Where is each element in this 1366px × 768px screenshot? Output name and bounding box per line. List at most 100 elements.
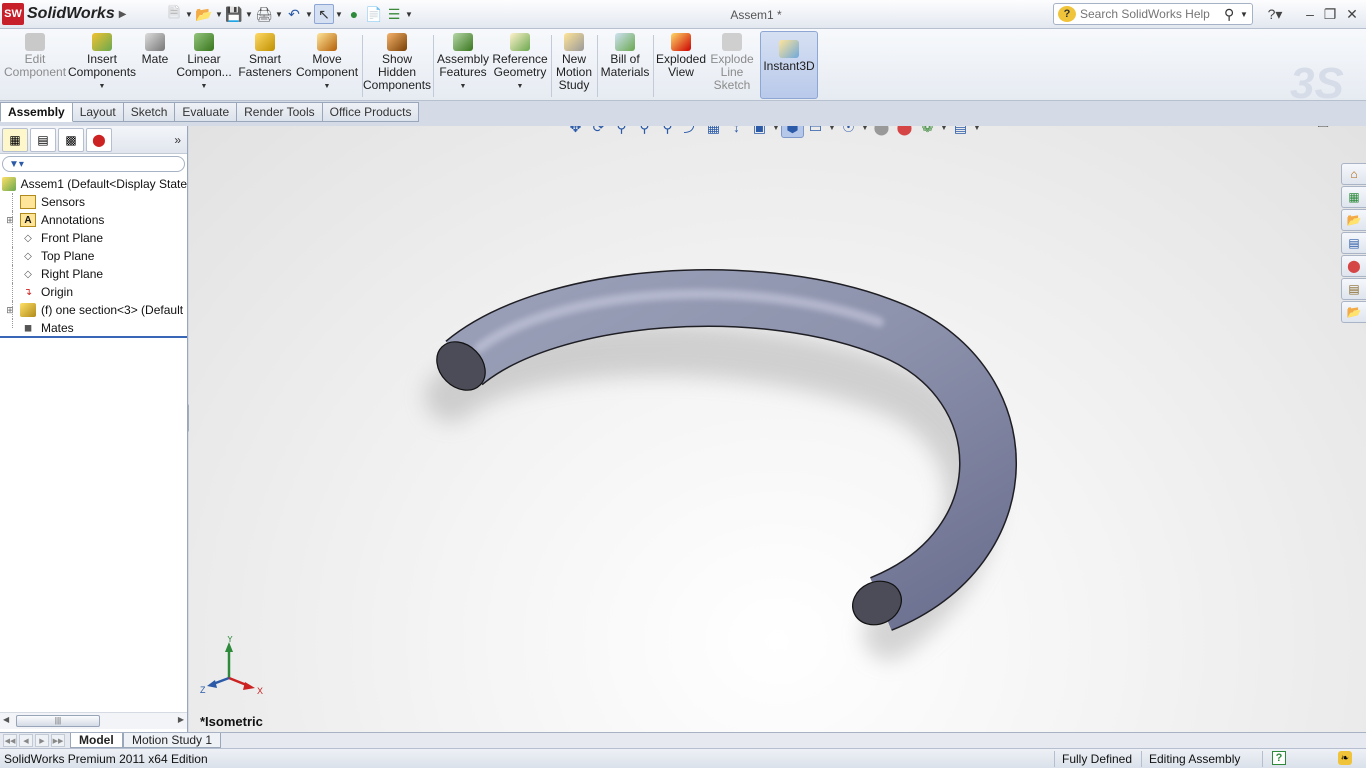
configuration-manager-tab-icon[interactable]: ▩ [58, 127, 84, 152]
tree-item-top-plane[interactable]: ◇ Top Plane [0, 247, 187, 265]
rebuild-status-icon[interactable]: ❧ [1338, 751, 1352, 765]
view-settings-icon[interactable]: ▤ [949, 126, 972, 138]
quick-tips-icon[interactable]: ? [1272, 751, 1286, 765]
smart-fasteners-icon [255, 33, 275, 51]
tab-model[interactable]: Model [70, 733, 123, 748]
restore-document-icon[interactable]: ❐ [1312, 126, 1334, 132]
scroll-left-icon[interactable]: ◀ [3, 715, 9, 724]
tree-item-mates[interactable]: ◼ Mates [0, 319, 187, 337]
previous-view-icon[interactable]: ⚲ [656, 126, 679, 138]
new-motion-study-button[interactable]: New Motion Study [554, 33, 594, 99]
display-manager-tab-icon[interactable]: ⬤ [86, 127, 112, 152]
explode-line-sketch-button[interactable]: Explode Line Sketch [708, 33, 756, 99]
restore-window-icon[interactable]: ❐ [1320, 5, 1340, 23]
help-search-box[interactable]: ? ⚲ ▼ [1053, 3, 1253, 25]
tree-item-right-plane[interactable]: ◇ Right Plane [0, 265, 187, 283]
reference-geometry-button[interactable]: Reference Geometry ▼ [492, 33, 548, 99]
help-icon[interactable]: ?▾ [1262, 5, 1288, 23]
linear-component-dropdown[interactable]: ▼ [201, 80, 208, 93]
section-view-icon[interactable]: ▦ [702, 126, 725, 138]
assembly-features-button[interactable]: Assembly Features ▼ [436, 33, 490, 99]
move-component-dropdown[interactable]: ▼ [324, 80, 331, 93]
graphics-area[interactable]: ✥ ⟳ ⚲ ⚲ ⚲ ⤴ ▦ ↕ ▣ ▼ ⬢ ▭ ▼ ☉ ▼ ⬤ ⬤ ❁ ▼ ▤ … [189, 126, 1366, 732]
tree-root-assembly[interactable]: Assem1 (Default<Display State [0, 175, 187, 193]
minimize-window-icon[interactable]: – [1300, 5, 1320, 23]
bill-of-materials-button[interactable]: Bill of Materials [600, 33, 650, 99]
last-tab-icon[interactable]: ▶▶ [51, 734, 65, 747]
assembly-features-dropdown[interactable]: ▼ [460, 80, 467, 93]
close-document-icon[interactable]: ✕ [1334, 126, 1356, 132]
triad-z-label: Z [200, 685, 206, 695]
tree-item-label: Origin [41, 285, 74, 299]
command-manager: Edit Component Insert Components ▼ Mate … [0, 29, 1366, 108]
solidworks-resources-icon[interactable]: ⌂ [1341, 163, 1366, 185]
tab-motion-study-1[interactable]: Motion Study 1 [123, 733, 222, 748]
hide-show-dropdown[interactable]: ▼ [860, 126, 870, 138]
tab-render-tools[interactable]: Render Tools [237, 102, 323, 122]
tree-item-origin[interactable]: ↴ Origin [0, 283, 187, 301]
file-explorer-icon[interactable]: 📂 [1341, 209, 1366, 231]
minimize-document-icon[interactable]: – [1290, 126, 1312, 132]
instant3d-button[interactable]: Instant3D [760, 31, 818, 99]
scroll-right-icon[interactable]: ▶ [178, 715, 184, 724]
tree-filter-input[interactable]: ▼▾ [2, 156, 185, 172]
mate-button[interactable]: Mate [138, 33, 172, 99]
insert-components-button[interactable]: Insert Components ▼ [68, 33, 136, 99]
display-style-icon[interactable]: ⬢ [781, 126, 804, 138]
tree-item-front-plane[interactable]: ◇ Front Plane [0, 229, 187, 247]
move-component-button[interactable]: Move Component ▼ [296, 33, 358, 99]
previous-tab-icon[interactable]: ◀ [19, 734, 33, 747]
next-tab-icon[interactable]: ▶ [35, 734, 49, 747]
custom-properties-icon[interactable]: ▤ [1341, 278, 1366, 300]
tree-item-part-one-section[interactable]: ⊞ (f) one section<3> (Default [0, 301, 187, 319]
appearances-icon[interactable]: ⬤ [1341, 255, 1366, 277]
tab-sketch[interactable]: Sketch [123, 102, 176, 122]
property-manager-tab-icon[interactable]: ▤ [30, 127, 56, 152]
tab-evaluate[interactable]: Evaluate [175, 102, 238, 122]
tree-item-sensors[interactable]: Sensors [0, 193, 187, 211]
expand-icon[interactable]: ⊞ [5, 215, 15, 226]
document-recovery-icon[interactable]: 📂 [1341, 301, 1366, 323]
realview-graphics-icon[interactable]: ❁ [916, 126, 939, 138]
more-tabs-icon[interactable]: » [174, 133, 181, 147]
help-search-input[interactable] [1080, 7, 1224, 21]
hide-show-items-icon[interactable]: ☉ [837, 126, 860, 138]
exploded-view-button[interactable]: Exploded View [656, 33, 706, 99]
view-settings-dropdown[interactable]: ▼ [972, 126, 982, 138]
apply-scene-icon[interactable]: ⬤ [893, 126, 916, 138]
expand-icon[interactable]: ⊞ [5, 305, 15, 316]
smart-fasteners-button[interactable]: Smart Fasteners [238, 33, 292, 99]
tab-assembly[interactable]: Assembly [0, 102, 73, 122]
insert-components-dropdown[interactable]: ▼ [99, 80, 106, 93]
rotate-view-icon[interactable]: ⟳ [587, 126, 610, 138]
rollback-bar[interactable] [0, 336, 187, 338]
reference-geometry-dropdown[interactable]: ▼ [517, 80, 524, 93]
zoom-to-area-icon[interactable]: ⚲ [633, 126, 656, 138]
linear-component-pattern-button[interactable]: Linear Compon... ▼ [174, 33, 234, 99]
tree-item-annotations[interactable]: ⊞ A Annotations [0, 211, 187, 229]
search-options-dropdown[interactable]: ▼ [1240, 10, 1252, 19]
display-mode-dropdown[interactable]: ▼ [827, 126, 837, 138]
pan-icon[interactable]: ✥ [564, 126, 587, 138]
search-icon[interactable]: ⚲ [1224, 6, 1240, 23]
dynamic-annotation-icon[interactable]: ⤴ [679, 126, 702, 138]
close-window-icon[interactable]: ✕ [1342, 5, 1362, 23]
realview-dropdown[interactable]: ▼ [939, 126, 949, 138]
first-tab-icon[interactable]: ◀◀ [3, 734, 17, 747]
design-library-icon[interactable]: ▦ [1341, 186, 1366, 208]
show-hidden-components-button[interactable]: Show Hidden Components [363, 33, 431, 99]
tab-office-products[interactable]: Office Products [322, 102, 420, 122]
view-palette-icon[interactable]: ▤ [1341, 232, 1366, 254]
edit-component-button[interactable]: Edit Component [4, 33, 66, 99]
standard-views-dropdown[interactable]: ▼ [771, 126, 781, 138]
tree-horizontal-scrollbar[interactable]: ◀ ||| ▶ [0, 712, 187, 729]
edit-appearance-icon[interactable]: ⬤ [870, 126, 893, 138]
feature-manager-tab-icon[interactable]: ▦ [2, 127, 28, 152]
motion-study-icon [564, 33, 584, 51]
tab-layout[interactable]: Layout [72, 102, 124, 122]
scroll-thumb[interactable]: ||| [16, 715, 100, 727]
standard-views-icon[interactable]: ▣ [748, 126, 771, 138]
display-mode-icon[interactable]: ▭ [804, 126, 827, 138]
view-orientation-icon[interactable]: ↕ [725, 126, 748, 138]
zoom-to-fit-icon[interactable]: ⚲ [610, 126, 633, 138]
